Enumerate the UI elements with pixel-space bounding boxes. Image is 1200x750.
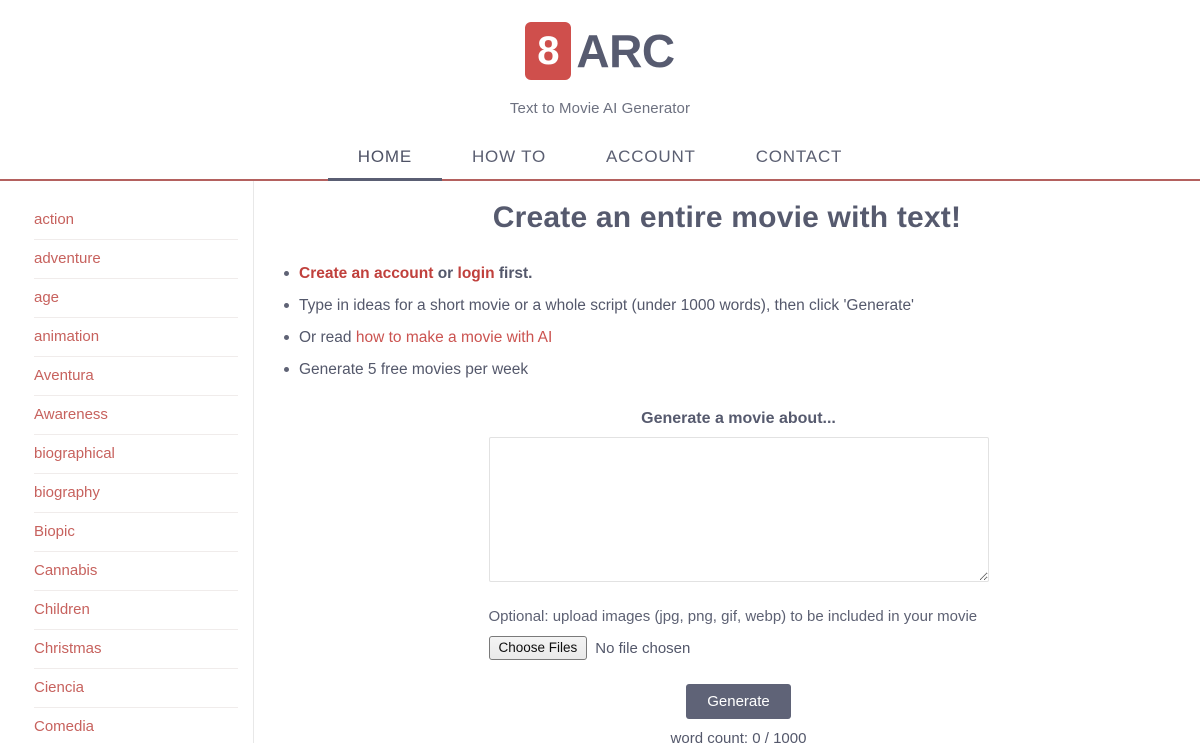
list-item[interactable]: biography (34, 474, 238, 513)
login-link[interactable]: login (458, 265, 495, 282)
list-item: Or read how to make a movie with AI (284, 325, 1200, 350)
main-nav: HOME HOW TO ACCOUNT CONTACT (0, 147, 1200, 181)
generate-button-wrap: Generate (489, 684, 989, 719)
sidebar-item-ciencia[interactable]: Ciencia (34, 677, 238, 698)
sidebar-item-children[interactable]: Children (34, 599, 238, 620)
sidebar-item-age[interactable]: age (34, 287, 238, 308)
list-item[interactable]: age (34, 279, 238, 318)
list-item[interactable]: animation (34, 318, 238, 357)
bullet-2-text: Type in ideas for a short movie or a who… (299, 297, 915, 314)
list-item[interactable]: Awareness (34, 396, 238, 435)
sidebar-item-awareness[interactable]: Awareness (34, 404, 238, 425)
nav-item-home[interactable]: HOME (327, 147, 442, 181)
list-item[interactable]: adventure (34, 240, 238, 279)
list-item[interactable]: action (34, 207, 238, 240)
sidebar-item-christmas[interactable]: Christmas (34, 638, 238, 659)
create-account-link[interactable]: Create an account (299, 265, 433, 282)
site-tagline: Text to Movie AI Generator (509, 100, 691, 117)
category-list: action adventure age animation Aventura … (0, 207, 253, 743)
main-content: Create an entire movie with text! Create… (254, 181, 1200, 747)
form-title: Generate a movie about... (641, 410, 836, 427)
sidebar-item-comedia[interactable]: Comedia (34, 716, 238, 737)
page-title: Create an entire movie with text! (492, 201, 962, 234)
sidebar-item-biopic[interactable]: Biopic (34, 521, 238, 542)
intro-bullet-list: Create an account or login first. Type i… (254, 261, 1200, 382)
sidebar-item-biographical[interactable]: biographical (34, 443, 238, 464)
nav-item-contact[interactable]: CONTACT (726, 147, 873, 181)
bullet-3-lead: Or read (299, 329, 356, 346)
logo-mark-icon: 8 (525, 22, 572, 80)
bullet-1-tail: first. (494, 265, 533, 282)
category-sidebar: action adventure age animation Aventura … (0, 181, 254, 743)
list-item[interactable]: Aventura (34, 357, 238, 396)
list-item: Create an account or login first. (284, 261, 1200, 286)
sidebar-item-aventura[interactable]: Aventura (34, 365, 238, 386)
list-item[interactable]: Children (34, 591, 238, 630)
list-item: Type in ideas for a short movie or a who… (284, 293, 1200, 318)
sidebar-item-adventure[interactable]: adventure (34, 248, 238, 269)
sidebar-item-animation[interactable]: animation (34, 326, 238, 347)
list-item[interactable]: Ciencia (34, 669, 238, 708)
list-item[interactable]: Christmas (34, 630, 238, 669)
sidebar-item-cannabis[interactable]: Cannabis (34, 560, 238, 581)
file-upload-row[interactable]: Choose Files No file chosen (488, 636, 989, 660)
sidebar-item-action[interactable]: action (34, 209, 238, 230)
word-count-status: word count: 0 / 1000 (670, 730, 807, 747)
list-item[interactable]: Cannabis (34, 552, 238, 591)
upload-note: Optional: upload images (jpg, png, gif, … (488, 608, 978, 625)
site-logo[interactable]: 8 ARC (525, 22, 675, 80)
choose-files-button[interactable]: Choose Files (488, 636, 588, 660)
list-item[interactable]: biographical (34, 435, 238, 474)
movie-prompt-input[interactable] (488, 437, 989, 582)
file-status-text: No file chosen (595, 639, 691, 657)
logo-wordmark: ARC (576, 25, 675, 77)
list-item: Generate 5 free movies per week (284, 357, 1200, 382)
bullet-4-text: Generate 5 free movies per week (299, 361, 529, 378)
list-item[interactable]: Biopic (34, 513, 238, 552)
nav-item-account[interactable]: ACCOUNT (576, 147, 726, 181)
site-header: 8 ARC Text to Movie AI Generator HOME HO… (0, 0, 1200, 181)
bullet-1-middle: or (433, 265, 458, 282)
how-to-make-movie-link[interactable]: how to make a movie with AI (356, 329, 552, 346)
page-body: action adventure age animation Aventura … (0, 181, 1200, 747)
generate-button[interactable]: Generate (686, 684, 791, 719)
sidebar-item-biography[interactable]: biography (34, 482, 238, 503)
nav-item-how-to[interactable]: HOW TO (442, 147, 576, 181)
list-item[interactable]: Comedia (34, 708, 238, 743)
generate-form: Generate a movie about... Optional: uplo… (254, 410, 1200, 747)
